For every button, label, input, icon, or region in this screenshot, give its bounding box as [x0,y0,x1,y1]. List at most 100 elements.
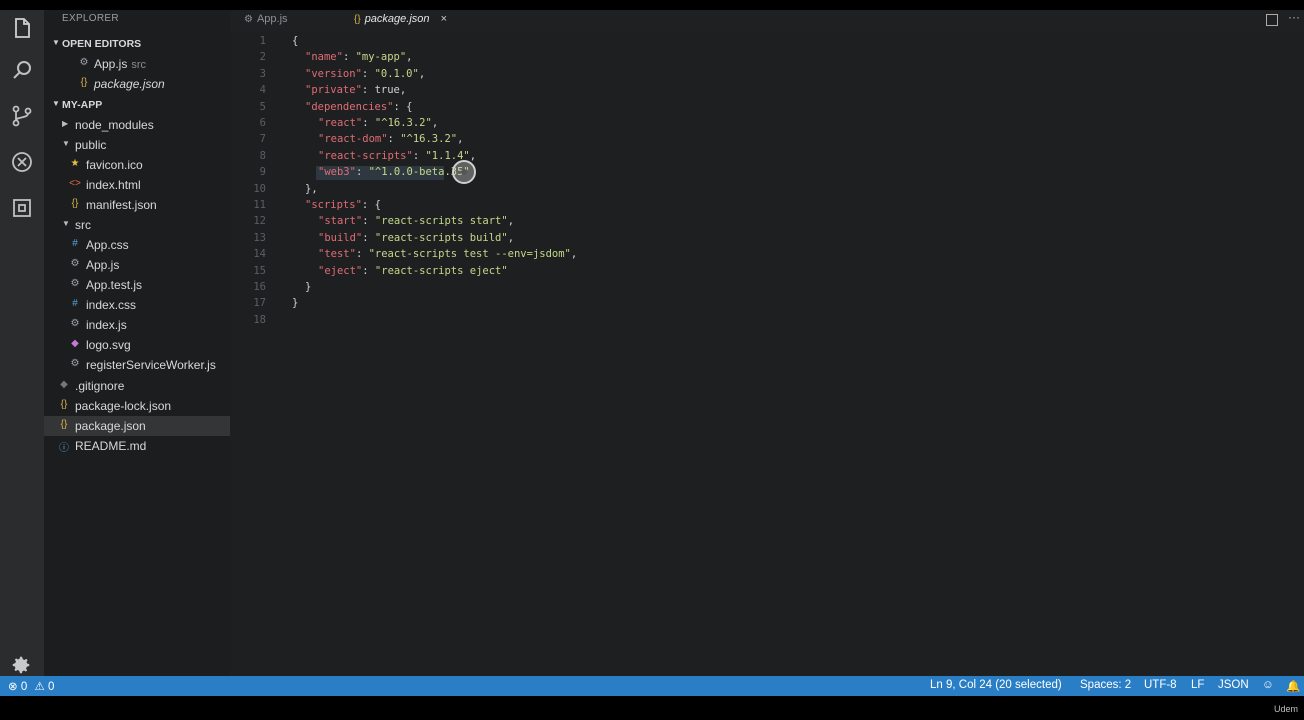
html-file-icon: <> [69,178,81,189]
line-number: 14 [253,248,266,261]
tree-file[interactable]: ⚙ registerServiceWorker.js [44,355,230,375]
end-of-line[interactable]: LF [1191,679,1204,691]
problems-indicator[interactable]: ⊗ 0 ⚠ 0 [8,679,54,693]
feedback-smiley-icon[interactable]: ☺ [1262,679,1274,691]
git-file-icon: ◆ [60,379,68,390]
split-editor-icon[interactable] [1266,14,1278,26]
files-icon[interactable] [8,14,36,42]
tree-file[interactable]: ★ favicon.ico [44,155,230,175]
code-line: { [292,35,299,47]
activity-bar [0,10,44,676]
line-number: 6 [259,117,266,129]
tree-folder-src[interactable]: ▼ src [44,215,230,235]
json-file-icon: {} [71,198,79,209]
editor-tabs: ⚙ App.js {} package.json × ··· [230,10,1304,32]
line-number: 9 [259,166,266,179]
open-editor-item[interactable]: ⚙ App.js src [44,54,230,74]
chevron-down-icon: ▼ [62,219,70,228]
project-section[interactable]: ▼ MY-APP [44,96,230,114]
title-bar [0,0,1304,10]
js-file-icon: ⚙ [70,318,80,329]
mouse-cursor-indicator [452,160,476,184]
code-line: "dependencies": { [305,100,413,113]
tree-file[interactable]: # App.css [44,235,230,255]
code-line: "start": "react-scripts start", [318,215,515,228]
explorer-header: EXPLORER [62,13,119,24]
line-number: 1 [259,35,266,47]
line-number: 18 [253,313,266,326]
code-line: "web3": "^1.0.0-beta.35" [318,166,470,179]
info-icon: ⓘ [59,443,69,454]
tree-file[interactable]: ⚙ App.test.js [44,275,230,295]
code-line: "scripts": { [305,199,381,211]
open-editor-item[interactable]: {} package.json [44,74,230,94]
code-line: }, [305,182,318,195]
css-file-icon: # [72,298,78,309]
code-line: "react-scripts": "1.1.4", [318,149,477,162]
js-file-icon: ⚙ [70,278,80,289]
line-number: 12 [253,215,266,228]
source-control-icon[interactable] [8,102,36,130]
json-file-icon: {} [80,77,88,88]
json-file-icon: {} [60,399,68,410]
tree-folder-public[interactable]: ▼ public [44,135,230,155]
line-number: 11 [253,199,266,211]
code-line: } [292,297,299,310]
tree-file[interactable]: # index.css [44,295,230,315]
video-overlay-bar: Udem [0,696,1304,720]
language-mode[interactable]: JSON [1218,679,1249,691]
tree-folder-node_modules[interactable]: ▶ node_modules [44,115,230,135]
code-line: "private": true, [305,84,407,97]
tree-file[interactable]: {} package-lock.json [44,396,230,416]
tree-file[interactable]: ⓘ README.md [44,436,230,456]
line-number: 15 [253,264,266,277]
code-line: "build": "react-scripts build", [318,231,515,244]
chevron-down-icon: ▼ [62,139,70,148]
line-number: 13 [253,231,266,244]
code-line: "name": "my-app", [305,51,413,64]
tree-file[interactable]: {} manifest.json [44,195,230,215]
status-bar: ⊗ 0 ⚠ 0 Ln 9, Col 24 (20 selected) Space… [0,676,1304,696]
cursor-position[interactable]: Ln 9, Col 24 (20 selected) [930,679,1062,691]
line-number: 4 [259,84,266,97]
svg-file-icon: ◆ [71,338,79,349]
css-file-icon: # [72,238,78,249]
tree-file[interactable]: <> index.html [44,175,230,195]
encoding[interactable]: UTF-8 [1144,679,1177,691]
tab-app-js[interactable]: ⚙ App.js [244,10,288,32]
tree-file[interactable]: ⚙ index.js [44,315,230,335]
line-number: 7 [259,133,266,146]
js-file-icon: ⚙ [70,358,80,369]
extensions-icon[interactable] [8,194,36,222]
tree-file-selected[interactable]: {} package.json [44,416,230,436]
line-number: 16 [253,281,266,293]
tree-file[interactable]: ◆ .gitignore [44,376,230,396]
json-file-icon: {} [354,14,361,25]
debug-icon[interactable] [8,148,36,176]
code-line: "react-dom": "^16.3.2", [318,133,464,146]
code-line: "eject": "react-scripts eject" [318,264,508,277]
line-number: 10 [253,182,266,195]
code-line: "version": "0.1.0", [305,67,426,80]
close-icon[interactable]: × [441,13,447,25]
error-icon: ⊗ [8,681,18,693]
warning-icon: ⚠ [34,681,45,693]
line-number: 2 [259,51,266,64]
json-file-icon: {} [60,419,68,430]
js-file-icon: ⚙ [70,258,80,269]
code-editor[interactable]: 1 {2 "name": "my-app", 3 "version": "0.1.0",… [230,32,1304,676]
tree-file[interactable]: ◆ logo.svg [44,335,230,355]
indentation[interactable]: Spaces: 2 [1080,679,1131,691]
search-icon[interactable] [8,56,36,84]
open-editors-section[interactable]: ▼ OPEN EDITORS [44,35,230,53]
code-line: "test": "react-scripts test --env=jsdom"… [318,248,578,261]
line-number: 5 [259,100,266,113]
tab-package-json[interactable]: {} package.json × [354,10,447,32]
chevron-down-icon: ▼ [52,99,60,108]
tree-file[interactable]: ⚙ App.js [44,255,230,275]
chevron-right-icon: ▶ [62,119,69,128]
notifications-bell-icon[interactable]: 🔔 [1286,679,1300,693]
js-file-icon: ⚙ [244,14,253,25]
star-icon: ★ [70,158,80,169]
more-actions-icon[interactable]: ··· [1288,10,1300,24]
